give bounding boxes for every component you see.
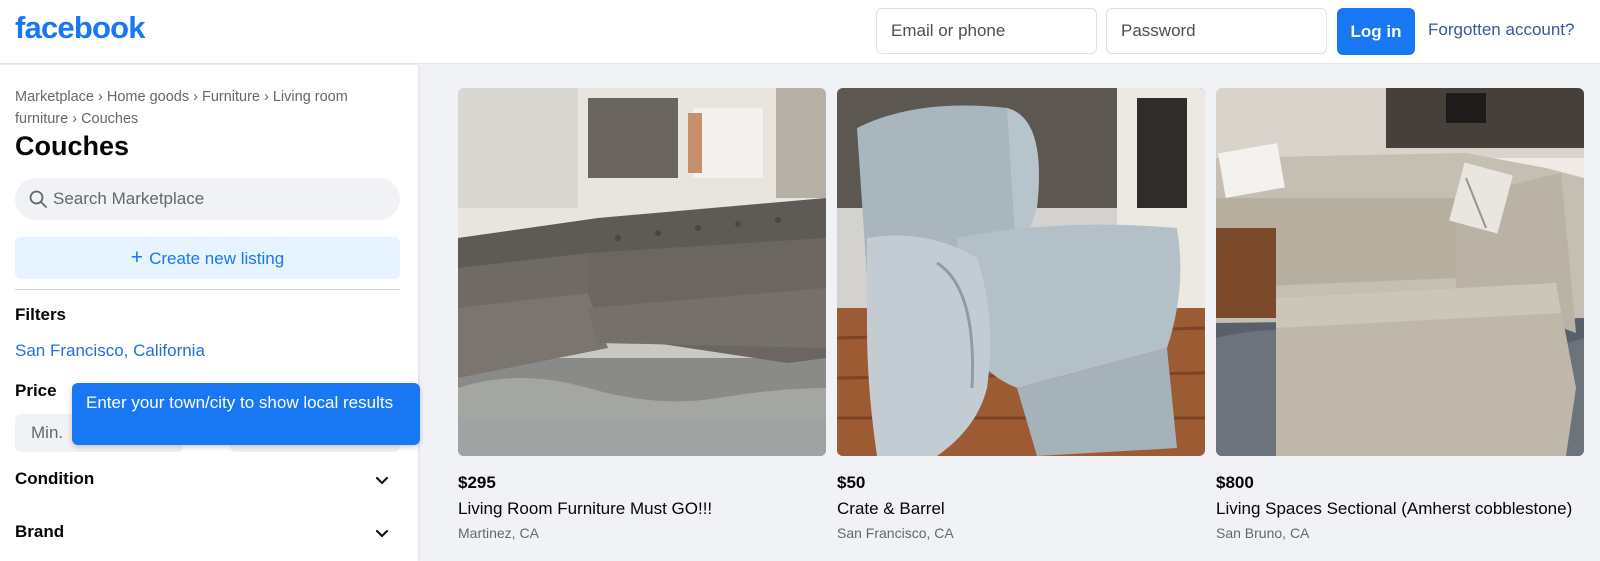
listing-title[interactable]: Living Room Furniture Must GO!!! [458,499,826,519]
search-box[interactable] [15,178,400,220]
filters-heading: Filters [15,305,67,324]
beige-sectional-sofa-image [1216,88,1584,456]
filter-condition-label: Condition [15,469,95,488]
grey-tufted-sectional-sofa-image [458,88,826,456]
facebook-logo[interactable]: facebook [15,10,146,46]
plus-icon: + [130,246,144,269]
sidebar: Marketplace › Home goods › Furniture › L… [0,65,420,561]
create-listing-button[interactable]: + Create new listing [15,237,400,279]
search-icon [29,190,47,208]
listing-card[interactable]: $295 Living Room Furniture Must GO!!! Ma… [458,88,826,541]
listing-photo[interactable] [458,88,826,456]
listing-title[interactable]: Living Spaces Sectional (Amherst cobbles… [1216,499,1584,519]
filter-brand-label: Brand [15,522,65,541]
listing-card[interactable]: $50 Crate & Barrel San Francisco, CA [837,88,1205,541]
divider [15,289,400,290]
filter-condition[interactable]: Condition [15,465,390,495]
page-title: Couches [15,131,130,161]
chevron-down-icon [376,530,388,537]
location-tooltip: Enter your town/city to show local resul… [72,383,420,445]
listing-location: San Bruno, CA [1216,525,1310,541]
listing-photo[interactable] [1216,88,1584,456]
listing-photo[interactable] [837,88,1205,456]
forgotten-account-link[interactable]: Forgotten account? [1428,20,1574,40]
light-blue-armchair-image [837,88,1205,456]
search-input[interactable] [53,178,383,220]
filter-brand[interactable]: Brand [15,518,390,548]
listing-price: $800 [1216,473,1254,492]
listing-price: $50 [837,473,866,492]
listing-title[interactable]: Crate & Barrel [837,499,1205,519]
listing-location: Martinez, CA [458,525,539,541]
top-bar: facebook Log in Forgotten account? [0,0,1600,64]
listing-location: San Francisco, CA [837,525,954,541]
price-label: Price [15,381,57,400]
login-button[interactable]: Log in [1337,8,1415,55]
listing-card[interactable]: $800 Living Spaces Sectional (Amherst co… [1216,88,1584,541]
location-link[interactable]: San Francisco, California [15,341,205,361]
create-listing-label: Create new listing [149,249,285,268]
chevron-down-icon [376,477,388,484]
email-field[interactable] [876,8,1097,54]
password-field[interactable] [1106,8,1327,54]
listing-price: $295 [458,473,496,492]
breadcrumb[interactable]: Marketplace › Home goods › Furniture › L… [15,86,385,130]
